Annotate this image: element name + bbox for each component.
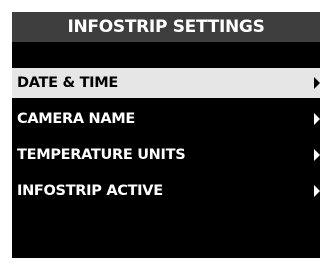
menu-item-label: DATE & TIME xyxy=(17,75,118,91)
menu-item-date-time[interactable]: DATE & TIME xyxy=(12,68,320,98)
page-title: INFOSTRIP SETTINGS xyxy=(12,12,320,42)
menu-item-label: INFOSTRIP ACTIVE xyxy=(17,183,163,199)
settings-screen: INFOSTRIP SETTINGS DATE & TIME CAMERA NA… xyxy=(12,12,320,258)
menu-item-camera-name[interactable]: CAMERA NAME xyxy=(12,104,320,134)
menu-item-label: TEMPERATURE UNITS xyxy=(17,147,186,163)
settings-menu: DATE & TIME CAMERA NAME TEMPERATURE UNIT… xyxy=(12,68,320,212)
menu-item-temperature-units[interactable]: TEMPERATURE UNITS xyxy=(12,140,320,170)
chevron-right-icon xyxy=(314,149,320,161)
chevron-right-icon xyxy=(314,185,320,197)
menu-item-label: CAMERA NAME xyxy=(17,111,136,127)
menu-item-infostrip-active[interactable]: INFOSTRIP ACTIVE xyxy=(12,176,320,206)
chevron-right-icon xyxy=(314,113,320,125)
chevron-right-icon xyxy=(314,77,320,89)
